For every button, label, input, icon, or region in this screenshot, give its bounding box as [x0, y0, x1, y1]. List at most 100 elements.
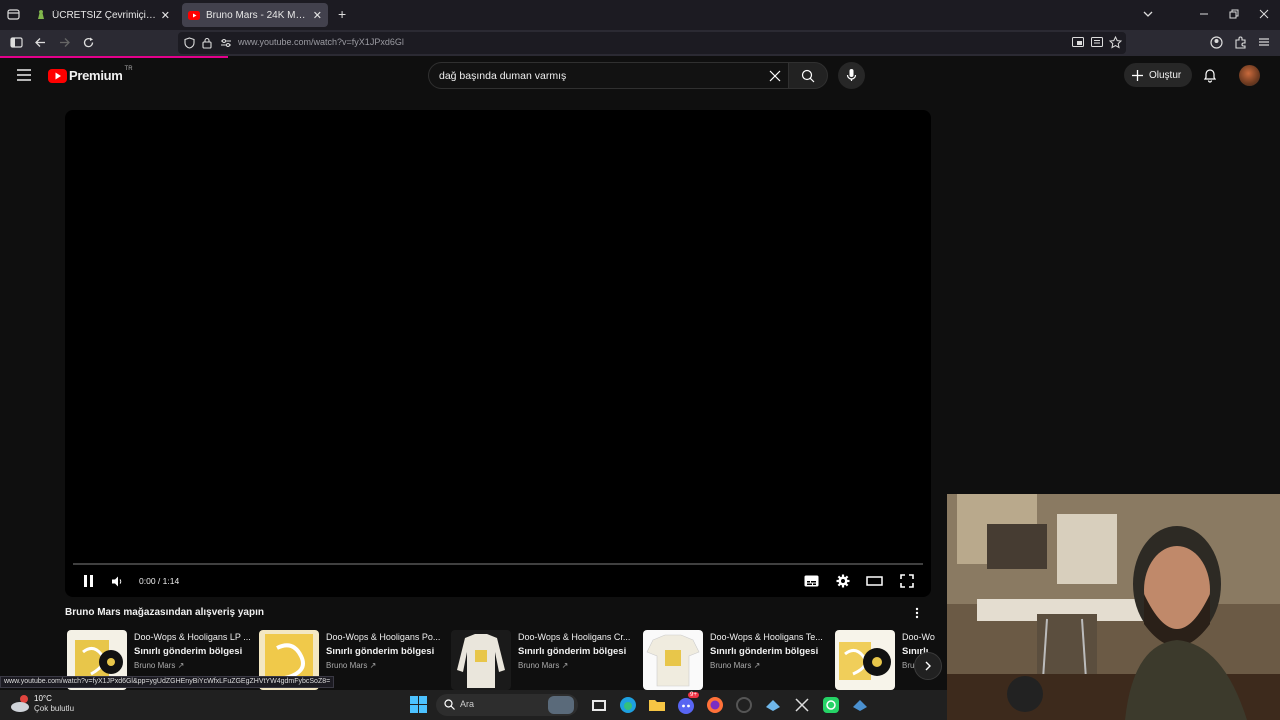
notifications-bell-icon[interactable] [1203, 68, 1217, 83]
volume-icon[interactable] [111, 576, 123, 587]
region-badge: TR [124, 65, 133, 72]
product-shipping: Sınırlı gönderim bölgesi [518, 646, 627, 657]
minimize-icon[interactable] [1198, 8, 1210, 20]
more-options-icon[interactable] [914, 607, 920, 619]
product-card[interactable]: Doo-Wops & Hooligans Te... Sınırlı gönde… [643, 630, 833, 690]
steam-alt-icon[interactable] [850, 695, 870, 715]
tab-list-icon[interactable] [7, 8, 20, 21]
tab-chess[interactable]: ÜCRETSİZ Çevrimiçi Satranç Oyna ✕ [30, 3, 176, 27]
taskbar-search-input[interactable]: Ara [436, 694, 578, 716]
discord-icon[interactable]: 9+ [676, 692, 699, 715]
product-name: Doo-Wo [902, 632, 935, 642]
menu-icon[interactable] [1258, 36, 1270, 48]
video-player[interactable]: 0:00 / 1:14 [65, 110, 931, 597]
shield-icon[interactable] [184, 37, 195, 49]
chess-favicon-icon [36, 9, 46, 21]
windows-taskbar: 10°C Çok bulutlu Ara 9+ [0, 690, 947, 720]
external-link-icon: ↗ [369, 661, 377, 670]
close-window-icon[interactable] [1258, 8, 1270, 20]
task-view-icon[interactable] [589, 695, 609, 715]
product-seller: Bruno Mars ↗ [710, 661, 761, 670]
product-card[interactable]: Doo-Wops & Hooligans Cr... Sınırlı gönde… [451, 630, 641, 690]
avatar[interactable] [1239, 65, 1260, 86]
search-button[interactable] [788, 62, 828, 89]
reader-view-icon[interactable] [1091, 37, 1103, 48]
reload-icon[interactable] [82, 36, 95, 49]
product-shipping: Sınırlı gönderim bölgesi [134, 646, 243, 657]
app-icon[interactable] [734, 695, 754, 715]
create-button[interactable]: Oluştur [1124, 63, 1192, 87]
product-thumbnail [835, 630, 895, 690]
product-seller: Bruno Mars ↗ [326, 661, 377, 670]
time-display: 0:00 / 1:14 [139, 576, 180, 586]
product-thumbnail [643, 630, 703, 690]
search-input[interactable]: dağ başında duman varmış [428, 62, 790, 89]
product-seller: Bruno Mars ↗ [518, 661, 569, 670]
new-tab-button[interactable]: + [338, 6, 346, 22]
bookmark-star-icon[interactable] [1109, 36, 1122, 49]
whatsapp-icon[interactable] [821, 695, 841, 715]
close-tab-icon[interactable]: ✕ [161, 9, 170, 22]
search-icon [444, 699, 455, 710]
back-arrow-icon[interactable] [34, 36, 47, 49]
close-tab-icon[interactable]: ✕ [313, 9, 322, 22]
firefox-icon[interactable] [705, 695, 725, 715]
chevron-down-icon[interactable] [1142, 8, 1154, 20]
weather-description[interactable]: Çok bulutlu [34, 704, 74, 713]
youtube-favicon-icon [188, 10, 200, 20]
fullscreen-icon[interactable] [900, 574, 914, 588]
hamburger-menu-icon[interactable] [17, 69, 31, 81]
product-name: Doo-Wops & Hooligans Cr... [518, 632, 631, 642]
progress-bar[interactable] [73, 563, 923, 565]
extensions-icon[interactable] [1234, 36, 1247, 49]
subtitles-icon[interactable] [804, 575, 819, 587]
weather-cloud-icon[interactable] [10, 694, 32, 714]
status-bar-url: www.youtube.com/watch?v=fyX1JPxd6Gl&pp=y… [0, 676, 335, 688]
permissions-icon[interactable] [220, 38, 232, 48]
windows-start-icon[interactable] [410, 696, 427, 713]
youtube-play-logo-icon [48, 68, 67, 83]
lock-icon[interactable] [202, 37, 212, 49]
product-seller: Bruno Mars ↗ [134, 661, 185, 670]
search-highlight-icon [548, 696, 574, 714]
logo-text: Premium [69, 68, 123, 83]
pause-icon[interactable] [83, 575, 94, 587]
chevron-right-icon [924, 661, 932, 671]
file-explorer-icon[interactable] [647, 695, 667, 715]
restore-icon[interactable] [1228, 8, 1240, 20]
edge-browser-icon[interactable] [618, 695, 638, 715]
account-icon[interactable] [1210, 36, 1223, 49]
create-label: Oluştur [1149, 69, 1182, 81]
clear-search-icon[interactable] [769, 70, 781, 82]
shelf-title: Bruno Mars mağazasından alışveriş yapın [65, 607, 264, 618]
shelf-next-button[interactable] [914, 652, 942, 680]
steam-icon[interactable] [763, 695, 783, 715]
external-link-icon: ↗ [177, 661, 185, 670]
snipping-tool-icon[interactable] [792, 695, 812, 715]
theater-mode-icon[interactable] [866, 576, 883, 586]
external-link-icon: ↗ [561, 661, 569, 670]
address-bar[interactable]: www.youtube.com/watch?v=fyX1JPxd6Gl [178, 32, 1126, 54]
youtube-header: Premium TR dağ başında duman varmış Oluş… [0, 58, 1280, 92]
weather-temperature[interactable]: 10°C [34, 694, 52, 703]
taskbar-search-placeholder: Ara [460, 699, 475, 709]
sidebar-toggle-icon[interactable] [10, 36, 23, 49]
external-link-icon: ↗ [753, 661, 761, 670]
settings-gear-icon[interactable] [836, 574, 850, 588]
tab-title: Bruno Mars - 24K Magic (from The [206, 9, 309, 21]
tab-title: ÜCRETSİZ Çevrimiçi Satranç Oyna [52, 9, 157, 21]
microphone-icon [846, 68, 857, 82]
plus-icon [1132, 69, 1143, 81]
forward-arrow-icon[interactable] [58, 36, 71, 49]
product-shipping: Sınırlı gönderim bölgesi [710, 646, 819, 657]
product-name: Doo-Wops & Hooligans Po... [326, 632, 441, 642]
product-shipping: Sınırlı gönderim bölgesi [326, 646, 435, 657]
tab-youtube[interactable]: Bruno Mars - 24K Magic (from The ✕ [182, 3, 328, 27]
product-thumbnail [451, 630, 511, 690]
browser-nav-bar: www.youtube.com/watch?v=fyX1JPxd6Gl [0, 30, 1280, 56]
voice-search-button[interactable] [838, 62, 865, 89]
search-input-value: dağ başında duman varmış [439, 70, 567, 82]
youtube-logo[interactable]: Premium TR [48, 65, 133, 83]
url-text: www.youtube.com/watch?v=fyX1JPxd6Gl [238, 37, 404, 47]
picture-in-picture-icon[interactable] [1072, 37, 1084, 48]
